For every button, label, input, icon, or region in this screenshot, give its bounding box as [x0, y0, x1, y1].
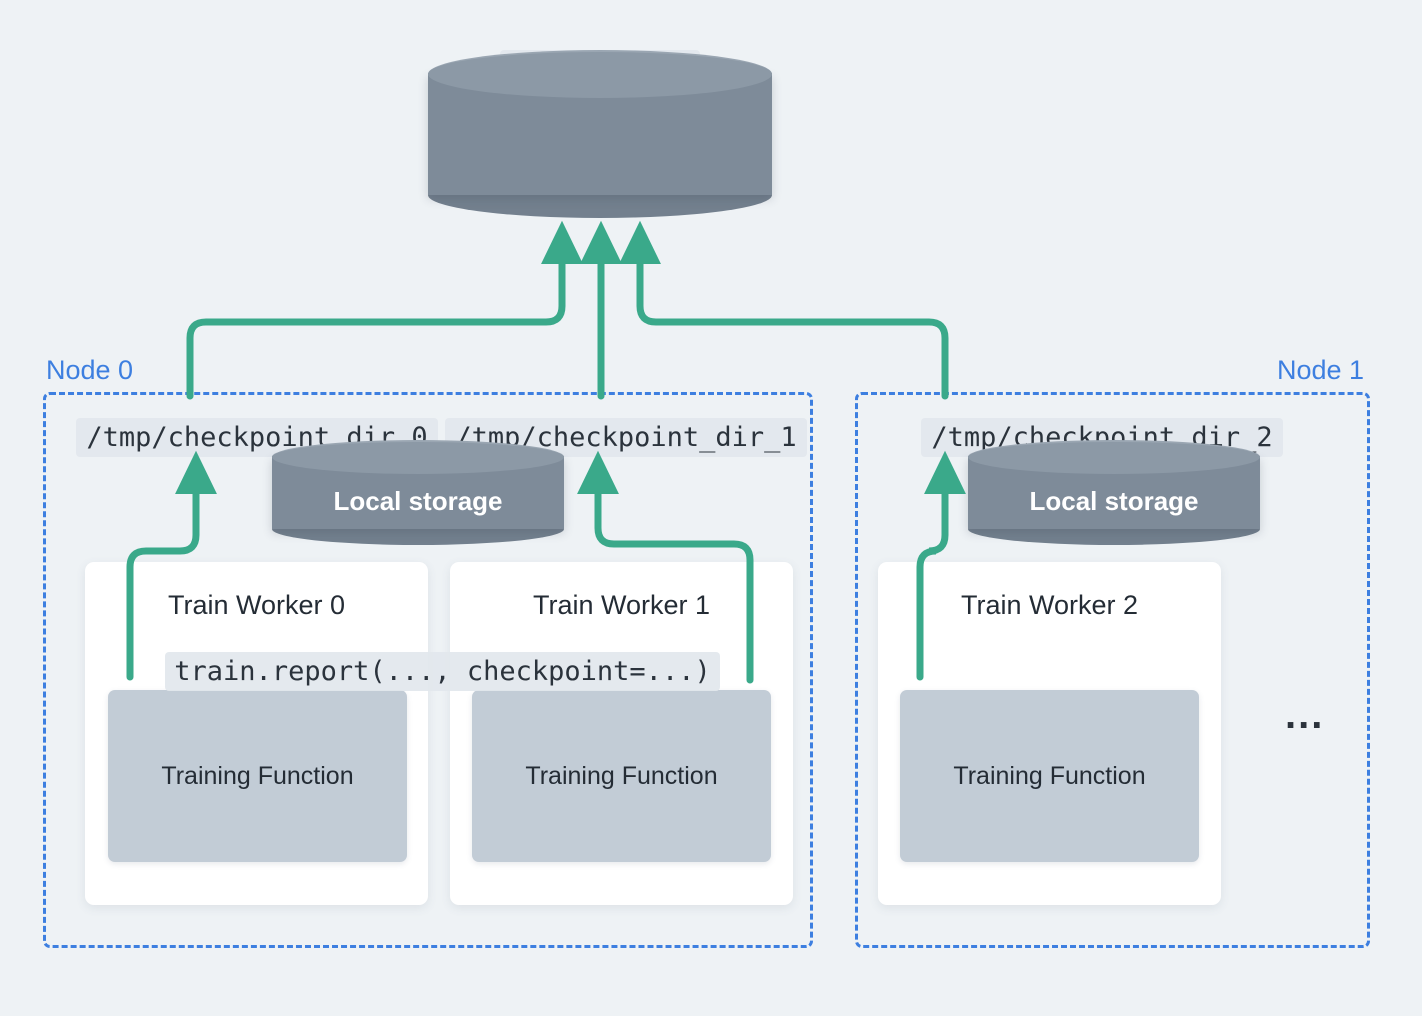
- train-worker-2-training-function: Training Function: [900, 690, 1199, 862]
- node-1-label: Node 1: [1277, 355, 1365, 385]
- node-0-label: Node 0: [46, 355, 134, 385]
- arrow-node1-dir2-to-storage: [619, 220, 949, 400]
- more-workers-ellipsis: ...: [1285, 693, 1325, 737]
- train-report-badge: train.report(..., checkpoint=...): [165, 652, 720, 691]
- cylinder-top-ellipse: [428, 50, 772, 98]
- node0-local-storage-label: Local storage: [333, 486, 503, 516]
- train-worker-2-title: Train Worker 2: [960, 590, 1139, 620]
- node1-local-storage-label: Local storage: [1029, 486, 1199, 516]
- cylinder-top-ellipse: [968, 440, 1260, 474]
- train-worker-0-title: Train Worker 0: [167, 590, 346, 620]
- persistent-storage-cylinder: [428, 50, 772, 218]
- arrow-node0-dir0-to-storage: [186, 220, 583, 400]
- cylinder-top-ellipse: [272, 440, 564, 474]
- train-worker-0-training-function: Training Function: [108, 690, 407, 862]
- node1-local-storage-cylinder: Local storage: [968, 440, 1260, 545]
- train-worker-1-training-function: Training Function: [472, 690, 771, 862]
- node0-local-storage-cylinder: Local storage: [272, 440, 564, 545]
- diagram-canvas: s3://bucket storage_path Node 0 Local st…: [0, 0, 1422, 1016]
- train-worker-1-title: Train Worker 1: [532, 590, 711, 620]
